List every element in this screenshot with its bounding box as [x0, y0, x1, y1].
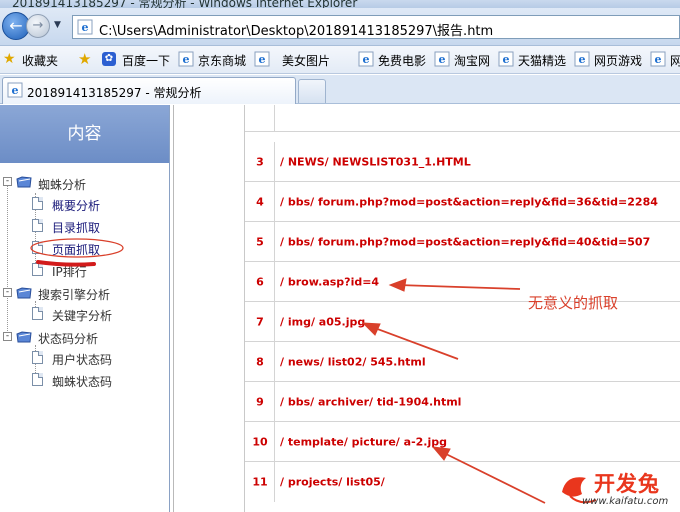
baidu-icon: ✿: [102, 52, 116, 66]
watermark-url: www.kaifatu.com: [582, 496, 669, 507]
history-dropdown-icon[interactable]: ▼: [54, 20, 61, 30]
table-row: [245, 105, 680, 132]
favorite-link-jd[interactable]: 京东商城: [198, 52, 246, 69]
add-favorite-icon[interactable]: ★: [78, 50, 91, 68]
table-row: 4 / bbs/ forum.php?mod=post&action=reply…: [245, 182, 680, 222]
tree-group-search-engine[interactable]: 搜索引擎分析: [38, 286, 110, 303]
tree-item-overview[interactable]: 概要分析: [52, 197, 100, 214]
tab-report[interactable]: e 201891413185297 - 常规分析: [2, 77, 296, 104]
expand-toggle-icon[interactable]: -: [3, 177, 12, 186]
row-number: 5: [245, 222, 275, 261]
favorite-link-tmall[interactable]: 天猫精选: [518, 52, 566, 69]
folder-icon: [16, 331, 32, 343]
tab-title: 201891413185297 - 常规分析: [27, 86, 202, 100]
new-tab-button[interactable]: [298, 79, 326, 103]
tree-item-dir-crawl[interactable]: 目录抓取: [52, 219, 100, 236]
favorite-link-movie[interactable]: 免费电影: [378, 52, 426, 69]
folder-icon: [16, 176, 32, 188]
ie-page-icon: e: [498, 51, 514, 67]
row-number: 11: [245, 462, 275, 502]
annotation-label: 无意义的抓取: [528, 294, 619, 312]
watermark-brand: 开发兔: [594, 472, 660, 496]
ie-page-icon: e: [650, 51, 666, 67]
favorites-star-icon[interactable]: ★: [3, 51, 16, 67]
expand-toggle-icon[interactable]: -: [3, 332, 12, 341]
tree-item-keywords[interactable]: 关键字分析: [52, 307, 112, 324]
row-number: 4: [245, 182, 275, 221]
favorite-link-taobao[interactable]: 淘宝网: [454, 52, 490, 69]
frame-gap: [171, 105, 244, 512]
table-row: 3 / NEWS/ NEWSLIST031_1.HTML: [245, 142, 680, 182]
svg-text:e: e: [183, 53, 190, 66]
row-number: 10: [245, 422, 275, 461]
folder-icon: [16, 287, 32, 299]
navigation-bar: ← → ▼ e C:\Users\Administrator\Desktop\2…: [0, 8, 680, 46]
ie-page-icon: e: [7, 82, 23, 98]
favorite-link-games[interactable]: 网页游戏: [594, 52, 642, 69]
svg-text:e: e: [579, 53, 586, 66]
tree-item-user-status[interactable]: 用户状态码: [52, 351, 112, 368]
document-icon: [32, 197, 43, 210]
tree-line: [7, 185, 8, 337]
svg-text:e: e: [12, 84, 19, 97]
tree-item-spider-status[interactable]: 蜘蛛状态码: [52, 373, 112, 390]
tree-group-spider[interactable]: 蜘蛛分析: [38, 176, 86, 193]
table-row: 8 / news/ list02/ 545.html: [245, 342, 680, 382]
favorite-link-baidu[interactable]: 百度一下: [122, 52, 170, 69]
favorite-link-meinv[interactable]: 美女图片: [282, 52, 330, 69]
svg-text:e: e: [363, 53, 370, 66]
address-bar[interactable]: e C:\Users\Administrator\Desktop\2018914…: [72, 15, 680, 39]
tree-group-status-code[interactable]: 状态码分析: [38, 330, 98, 347]
svg-text:e: e: [439, 53, 446, 66]
svg-text:e: e: [259, 53, 266, 66]
document-icon: [32, 241, 43, 254]
svg-text:e: e: [503, 53, 510, 66]
ie-page-icon: e: [574, 51, 590, 67]
favorites-bar: ★ 收藏夹 ★ ✿ 百度一下 e 京东商城 e 美女图片 e 免费电影 e 淘宝…: [0, 46, 680, 74]
svg-text:e: e: [655, 53, 662, 66]
ie-page-icon: e: [358, 51, 374, 67]
window-title: 201891413185297 - 常规分析 - Windows Interne…: [12, 0, 358, 8]
table-row: 10 / template/ picture/ a-2.jpg: [245, 422, 680, 462]
tab-bar: e 201891413185297 - 常规分析: [0, 75, 680, 104]
document-icon: [32, 307, 43, 320]
tree-item-ip-rank[interactable]: IP排行: [52, 263, 87, 280]
document-icon: [32, 263, 43, 276]
sidebar-header: 内容: [0, 105, 169, 163]
table-row: 5 / bbs/ forum.php?mod=post&action=reply…: [245, 222, 680, 262]
sidebar: 内容 - 蜘蛛分析 概要分析 目录抓取 页面抓取 IP排行 - 搜索引擎分析 关…: [0, 105, 170, 512]
forward-button[interactable]: →: [26, 14, 50, 38]
window-title-bar: 201891413185297 - 常规分析 - Windows Interne…: [0, 0, 680, 8]
table-row: 9 / bbs/ archiver/ tid-1904.html: [245, 382, 680, 422]
svg-text:e: e: [82, 21, 89, 34]
row-number: 6: [245, 262, 275, 301]
ie-page-icon: e: [434, 51, 450, 67]
frame-border: [173, 105, 174, 512]
ie-page-icon: e: [254, 51, 270, 67]
document-icon: [32, 219, 43, 232]
tree-item-page-crawl[interactable]: 页面抓取: [52, 241, 100, 258]
favorite-link-more[interactable]: 网: [670, 52, 680, 69]
document-icon: [32, 351, 43, 364]
address-url[interactable]: C:\Users\Administrator\Desktop\201891413…: [99, 20, 493, 39]
document-icon: [32, 373, 43, 386]
row-number: 3: [245, 142, 275, 181]
ie-page-icon: e: [178, 51, 194, 67]
favorites-button[interactable]: 收藏夹: [22, 52, 58, 69]
ie-page-icon: e: [77, 19, 93, 35]
row-number: 9: [245, 382, 275, 421]
row-number: 8: [245, 342, 275, 381]
expand-toggle-icon[interactable]: -: [3, 288, 12, 297]
row-number: [245, 105, 275, 131]
row-number: 7: [245, 302, 275, 341]
